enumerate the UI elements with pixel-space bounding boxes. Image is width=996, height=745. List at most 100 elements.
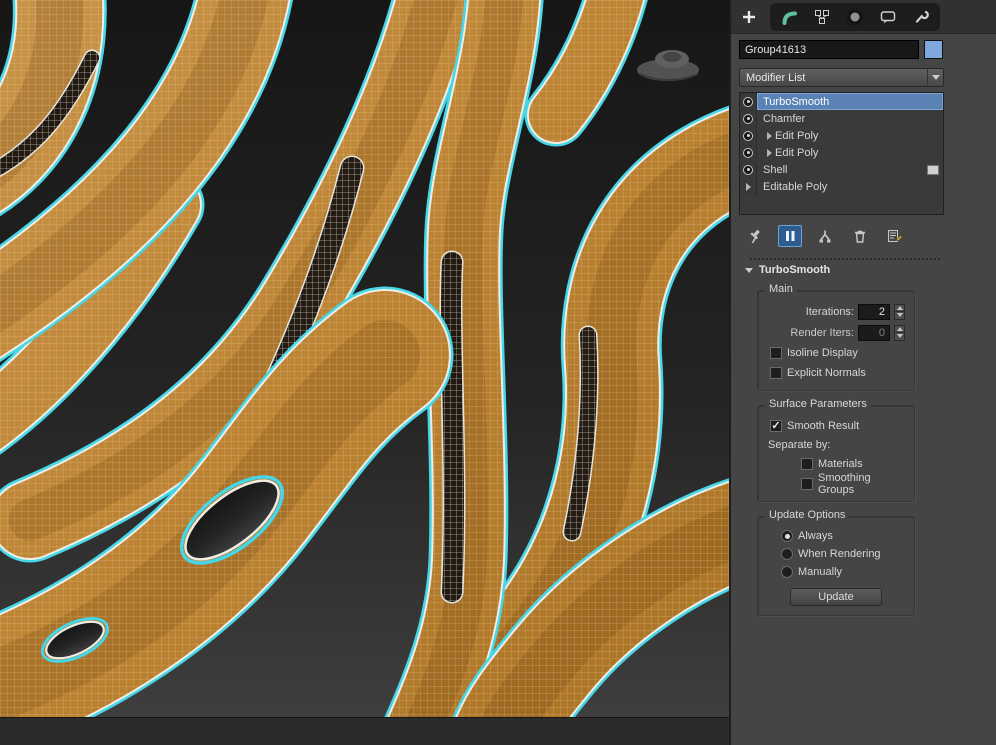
modify-tab[interactable] [777,4,801,30]
group-update-options-label: Update Options [765,509,850,521]
expand-arrow-icon[interactable] [745,182,751,191]
smooth-result-label: Smooth Result [787,420,860,432]
render-iters-label: Render Iters: [790,326,854,339]
checkbox-icon [801,458,813,470]
checkbox-icon [801,478,813,490]
render-iters-field[interactable]: 0 [858,324,890,341]
modifier-stack: TurboSmooth Chamfer Edit Poly Edit Poly [739,92,944,215]
modifier-list-dropdown[interactable]: Modifier List [739,68,944,87]
plus-icon [743,10,755,23]
render-iters-row: Render Iters: 0 [763,322,909,343]
stack-row-editable-poly[interactable]: Editable Poly [740,178,943,195]
motion-tab[interactable] [843,4,867,30]
expand-arrow-icon[interactable] [767,148,772,157]
isoline-display-label: Isoline Display [787,347,858,359]
modifier-label: Edit Poly [775,146,819,159]
materials-label: Materials [818,458,863,470]
display-icon [880,10,896,23]
stack-row-shell[interactable]: Shell [740,161,943,178]
expand-arrow-icon[interactable] [767,131,772,140]
chevron-down-icon [927,69,943,86]
group-surface-parameters-label: Surface Parameters [765,398,871,410]
modifier-label: Shell [763,163,788,176]
update-always-radio[interactable]: Always [763,527,909,545]
pin-icon [750,229,760,244]
checkbox-icon [770,347,782,359]
iterations-label: Iterations: [805,305,854,318]
update-manually-radio[interactable]: Manually [763,563,909,581]
show-end-result-icon [786,231,795,241]
iterations-row: Iterations: 2 [763,301,909,322]
turbosmooth-rollout-header[interactable]: TurboSmooth [739,264,951,276]
hierarchy-icon [815,9,829,24]
smooth-result-checkbox[interactable]: Smooth Result [763,416,909,436]
visibility-eye-icon[interactable] [743,147,753,158]
rollout-separator [750,258,940,260]
command-panel-tabs [731,0,996,34]
command-panel: Modifier List TurboSmooth Chamfer Edit P… [729,0,996,745]
display-tab[interactable] [876,4,900,30]
smoothing-groups-checkbox[interactable]: Smoothing Groups [763,472,909,496]
pin-stack-button[interactable] [743,225,767,247]
modifier-label: TurboSmooth [763,95,830,108]
stack-row-turbosmooth[interactable]: TurboSmooth [740,93,943,110]
visibility-eye-icon[interactable] [743,130,753,141]
iterations-spinner[interactable] [894,303,905,320]
object-color-swatch[interactable] [924,40,943,59]
object-name-input[interactable] [739,40,919,59]
viewport-canvas[interactable] [0,0,729,717]
when-rendering-label: When Rendering [798,548,881,560]
make-unique-button[interactable] [813,225,837,247]
stack-row-edit-poly-2[interactable]: Edit Poly [740,144,943,161]
trash-icon [855,230,865,243]
always-label: Always [798,530,833,542]
group-update-options: Update Options Always When Rendering Man… [757,509,915,616]
group-main: Main Iterations: 2 Render Iters: 0 Isoli… [757,283,915,391]
materials-checkbox[interactable]: Materials [763,454,909,474]
rollout-collapse-icon [745,267,753,273]
checkbox-checked-icon [770,420,782,432]
wrench-icon [915,10,929,23]
group-surface-parameters: Surface Parameters Smooth Result Separat… [757,398,915,502]
visibility-eye-icon[interactable] [743,96,753,107]
make-unique-icon [819,230,831,243]
utilities-tab[interactable] [909,4,933,30]
remove-modifier-button[interactable] [848,225,872,247]
smoothing-groups-label: Smoothing Groups [818,472,871,496]
group-main-label: Main [765,283,797,295]
modifier-label: Editable Poly [763,180,828,193]
explicit-normals-label: Explicit Normals [787,367,866,379]
radio-icon [781,566,793,578]
motion-icon [847,8,863,25]
separate-by-label: Separate by: [768,439,831,451]
iterations-field[interactable]: 2 [858,303,890,320]
update-button[interactable]: Update [790,588,882,606]
modifier-label: Edit Poly [775,129,819,142]
stack-toolbar [739,225,951,247]
configure-sets-icon [888,230,903,242]
update-when-rendering-radio[interactable]: When Rendering [763,545,909,563]
radio-icon [781,548,793,560]
visibility-eye-icon[interactable] [743,164,753,175]
explicit-normals-checkbox[interactable]: Explicit Normals [763,363,909,383]
panel-tab-strip [770,2,940,31]
configure-modifier-sets-button[interactable] [883,225,907,247]
modifier-box-icon [927,164,939,175]
stack-row-edit-poly-1[interactable]: Edit Poly [740,127,943,144]
modifier-label: Chamfer [763,112,806,125]
modify-pipe-icon [782,11,797,25]
isoline-display-checkbox[interactable]: Isoline Display [763,343,909,363]
checkbox-icon [770,367,782,379]
modifier-list-label: Modifier List [746,71,806,84]
render-iters-spinner[interactable] [894,324,905,341]
hierarchy-tab[interactable] [810,4,834,30]
rollout-title: TurboSmooth [759,264,831,276]
create-tab[interactable] [737,4,761,30]
timeline-strip [0,717,729,745]
visibility-eye-icon[interactable] [743,113,753,124]
show-end-result-button[interactable] [778,225,802,247]
viewport[interactable] [0,0,729,717]
manually-label: Manually [798,566,843,578]
radio-selected-icon [781,530,793,542]
stack-row-chamfer[interactable]: Chamfer [740,110,943,127]
